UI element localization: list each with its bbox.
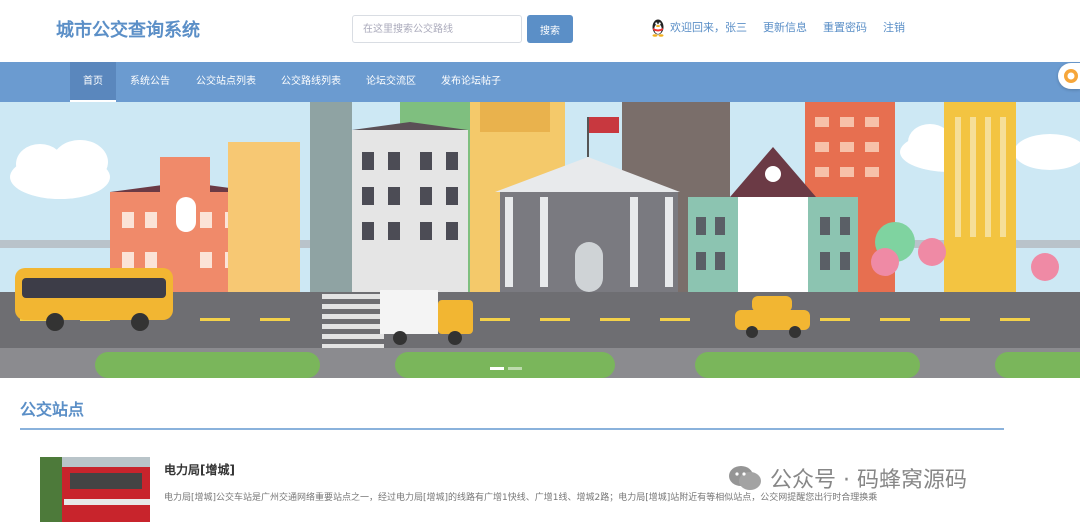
section-title: 公交站点 — [20, 400, 85, 419]
city-illustration — [0, 102, 1080, 378]
section-divider — [20, 428, 1004, 430]
header: 城市公交查询系统 搜索 欢迎回来，张三 更新信息 重置密码 注销 — [0, 0, 1080, 62]
welcome-text: 欢迎回来，张三 — [670, 21, 747, 34]
update-info-link[interactable]: 更新信息 — [763, 19, 807, 35]
reset-password-link[interactable]: 重置密码 — [823, 19, 867, 35]
nav-announcements[interactable]: 系统公告 — [117, 62, 183, 102]
watermark-text: 公众号 · 码蜂窝源码 — [770, 468, 967, 493]
site-title[interactable]: 城市公交查询系统 — [56, 16, 200, 42]
floating-widget[interactable] — [1058, 63, 1080, 89]
search-button[interactable]: 搜索 — [527, 15, 573, 43]
search-input[interactable] — [352, 15, 522, 43]
flower-icon — [1064, 69, 1078, 83]
wechat-icon — [729, 466, 761, 490]
main-nav: 首页 系统公告 公交站点列表 公交路线列表 论坛交流区 发布论坛帖子 — [0, 62, 1080, 102]
nav-forum[interactable]: 论坛交流区 — [353, 62, 429, 102]
nav-bus-stations[interactable]: 公交站点列表 — [183, 62, 269, 102]
city-banner — [0, 102, 1080, 378]
watermark: 公众号 · 码蜂窝源码 — [728, 462, 967, 494]
logout-link[interactable]: 注销 — [883, 19, 905, 35]
station-name[interactable]: 电力局[增城] — [164, 461, 235, 478]
bus-photo — [40, 457, 150, 522]
nav-bus-routes[interactable]: 公交路线列表 — [268, 62, 354, 102]
station-image[interactable] — [40, 457, 150, 522]
nav-home[interactable]: 首页 — [70, 62, 116, 102]
nav-publish-post[interactable]: 发布论坛帖子 — [428, 62, 514, 102]
user-area: 欢迎回来，张三 更新信息 重置密码 注销 — [650, 14, 905, 40]
qq-penguin-icon — [652, 19, 664, 37]
